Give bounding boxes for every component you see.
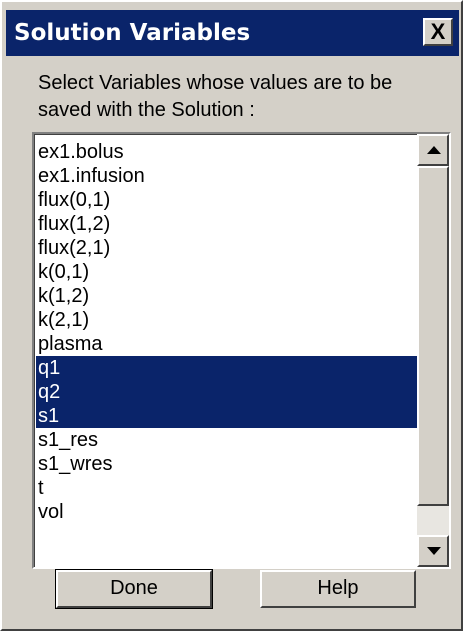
list-item[interactable]: flux(0,1) bbox=[36, 188, 418, 212]
list-item[interactable]: q2 bbox=[36, 380, 418, 404]
variables-listbox[interactable]: ex1.bolus ex1.infusion flux(0,1) flux(1,2) f… bbox=[32, 132, 451, 569]
list-item[interactable]: s1_wres bbox=[36, 452, 418, 476]
solution-variables-dialog: Solution Variables X Select Variables wh… bbox=[0, 0, 463, 631]
list-item[interactable]: k(1,2) bbox=[36, 284, 418, 308]
list-item[interactable]: k(2,1) bbox=[36, 308, 418, 332]
list-item[interactable]: ex1.bolus bbox=[36, 140, 418, 164]
scroll-up-button[interactable] bbox=[417, 134, 449, 166]
list-item[interactable]: ex1.infusion bbox=[36, 164, 418, 188]
close-button[interactable]: X bbox=[423, 18, 453, 46]
arrow-down-icon bbox=[427, 547, 441, 555]
list-item[interactable]: s1 bbox=[36, 404, 418, 428]
list-item[interactable]: flux(1,2) bbox=[36, 212, 418, 236]
scroll-down-button[interactable] bbox=[417, 535, 449, 567]
list-item[interactable]: k(0,1) bbox=[36, 260, 418, 284]
list-item[interactable]: vol bbox=[36, 500, 418, 524]
vertical-scrollbar[interactable] bbox=[417, 134, 449, 567]
help-button[interactable]: Help bbox=[260, 570, 416, 608]
scrollbar-thumb[interactable] bbox=[417, 166, 449, 506]
list-item[interactable]: q1 bbox=[36, 356, 418, 380]
window-title: Solution Variables bbox=[14, 20, 251, 46]
list-item[interactable]: s1_res bbox=[36, 428, 418, 452]
done-button[interactable]: Done bbox=[56, 570, 212, 608]
title-bar[interactable]: Solution Variables X bbox=[6, 10, 459, 56]
list-item[interactable]: t bbox=[36, 476, 418, 500]
list-item[interactable]: flux(2,1) bbox=[36, 236, 418, 260]
variables-list: ex1.bolus ex1.infusion flux(0,1) flux(1,2) f… bbox=[36, 140, 418, 524]
close-icon: X bbox=[430, 19, 446, 44]
arrow-up-icon bbox=[427, 146, 441, 154]
instruction-text: Select Variables whose values are to be … bbox=[38, 72, 393, 121]
list-item[interactable]: plasma bbox=[36, 332, 418, 356]
